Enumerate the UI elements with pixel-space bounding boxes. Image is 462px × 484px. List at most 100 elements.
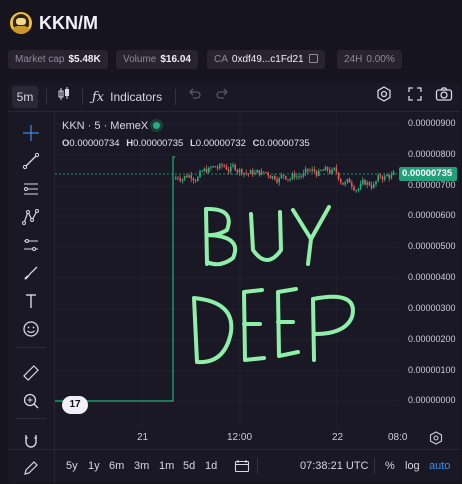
pattern-tool[interactable] (20, 206, 42, 228)
interval-button[interactable]: 5m (12, 86, 38, 108)
range-5y[interactable]: 5y (66, 460, 78, 472)
horizontal-lines-icon (24, 183, 38, 195)
candle-body (384, 176, 386, 180)
crosshair-tool[interactable] (20, 122, 42, 144)
candle-body (362, 179, 364, 184)
range-5d[interactable]: 5d (183, 460, 195, 472)
candle-body (278, 178, 280, 183)
indicators-label: Indicators (110, 90, 163, 104)
contract-address-chip[interactable]: CA 0xdf49...c1Fd21 (207, 50, 325, 69)
candle-body (353, 186, 355, 191)
candle-body (203, 168, 206, 171)
candle-body (313, 169, 316, 171)
change-24h-chip: 24H 0.00% (337, 50, 402, 69)
axis-settings-button[interactable] (429, 431, 443, 450)
candle-body (377, 175, 379, 182)
candle-body (245, 172, 247, 174)
candle-body (236, 170, 239, 173)
candle-body (282, 174, 285, 177)
range-1m[interactable]: 1m (159, 460, 174, 472)
trend-line-tool[interactable] (20, 150, 42, 172)
price-tick: 0.00000000 (408, 395, 456, 405)
screenshot-button[interactable] (434, 86, 454, 108)
range-bar: 5y 1y 6m 3m 1m 5d 1d 07:38:21 UTC % log … (8, 449, 460, 484)
indicators-button[interactable]: ƒx Indicators (92, 86, 168, 108)
brush-tool[interactable] (20, 262, 42, 284)
candle-body (357, 188, 360, 191)
price-tick: 0.00000200 (408, 334, 456, 344)
fullscreen-button[interactable] (405, 86, 425, 108)
ca-label: CA (214, 54, 228, 65)
range-3m[interactable]: 3m (134, 460, 149, 472)
candlestick-icon (58, 87, 69, 100)
candle-body (296, 176, 298, 178)
magnet-icon (25, 435, 37, 448)
market-cap-label: Market cap (15, 54, 65, 65)
tradingview-logo[interactable]: 17 (62, 396, 88, 414)
date-range-button[interactable] (234, 459, 250, 478)
ohlc-readout: O0.00000734 H0.00000735 L0.00000732 C0.0… (62, 138, 314, 149)
measure-tool[interactable] (20, 362, 42, 384)
price-tick: 0.00000900 (408, 118, 456, 128)
current-price-label: 0.00000735 (399, 167, 457, 181)
fib-tool[interactable] (20, 178, 42, 200)
candle-body (355, 190, 357, 191)
candle-body (315, 170, 318, 176)
chart-legend: KKN · 5 · MemeX (62, 120, 161, 132)
candle-body (344, 182, 346, 185)
candle-body (390, 174, 393, 179)
close-value: 0.00000735 (259, 138, 310, 149)
token-title: KKN/M (39, 13, 98, 33)
zoom-tool[interactable] (20, 390, 42, 412)
candle-body (274, 176, 276, 180)
candle-body (227, 169, 230, 172)
time-tick: 12:00 (227, 432, 253, 443)
price-axis[interactable]: 0.00000900 0.00000800 0.00000700 0.00000… (399, 112, 460, 428)
time-axis[interactable]: 21 12:00 22 08:0 (55, 428, 460, 448)
pattern-icon (22, 209, 39, 225)
candle-body (379, 175, 382, 177)
candle-body (370, 184, 373, 188)
candle-type-button[interactable] (54, 86, 74, 108)
zoom-in-icon (23, 393, 39, 409)
candle-body (183, 175, 186, 180)
candle-body (298, 176, 300, 178)
text-icon (26, 294, 36, 308)
percent-toggle[interactable]: % (385, 460, 395, 472)
settings-button[interactable] (374, 86, 394, 108)
candle-body (247, 173, 250, 175)
candle-body (197, 177, 199, 182)
candle-body (194, 180, 197, 182)
time-tick: 21 (137, 432, 149, 443)
price-tick: 0.00000700 (408, 180, 456, 190)
price-tick: 0.00000300 (408, 303, 456, 313)
candle-body (208, 167, 210, 173)
candle-body (375, 181, 377, 185)
auto-toggle[interactable]: auto (429, 460, 450, 472)
handwritten-buy-deep-drawing (192, 205, 355, 365)
candle-body (285, 176, 287, 180)
candle-body (234, 164, 236, 171)
utc-clock[interactable]: 07:38:21 UTC (300, 460, 368, 472)
candle-body (249, 170, 252, 174)
projection-icon (24, 239, 38, 251)
redo-button[interactable] (214, 86, 232, 108)
range-1y[interactable]: 1y (88, 460, 100, 472)
text-tool[interactable] (20, 290, 42, 312)
projection-tool[interactable] (20, 234, 42, 256)
range-6m[interactable]: 6m (109, 460, 124, 472)
candle-body (221, 164, 223, 166)
candle-body (179, 178, 181, 181)
candle-body (276, 179, 278, 183)
undo-button[interactable] (185, 86, 203, 108)
emoji-tool[interactable] (20, 318, 42, 340)
copy-icon[interactable] (308, 54, 318, 63)
candle-body (280, 174, 283, 179)
range-1d[interactable]: 1d (205, 460, 217, 472)
candle-body (252, 170, 254, 175)
header: KKN/M (0, 0, 462, 48)
chart-plot-area[interactable]: KKN · 5 · MemeX O0.00000734 H0.00000735 … (55, 112, 399, 428)
candle-body (225, 166, 228, 170)
fullscreen-icon (408, 87, 422, 101)
log-toggle[interactable]: log (405, 460, 420, 472)
